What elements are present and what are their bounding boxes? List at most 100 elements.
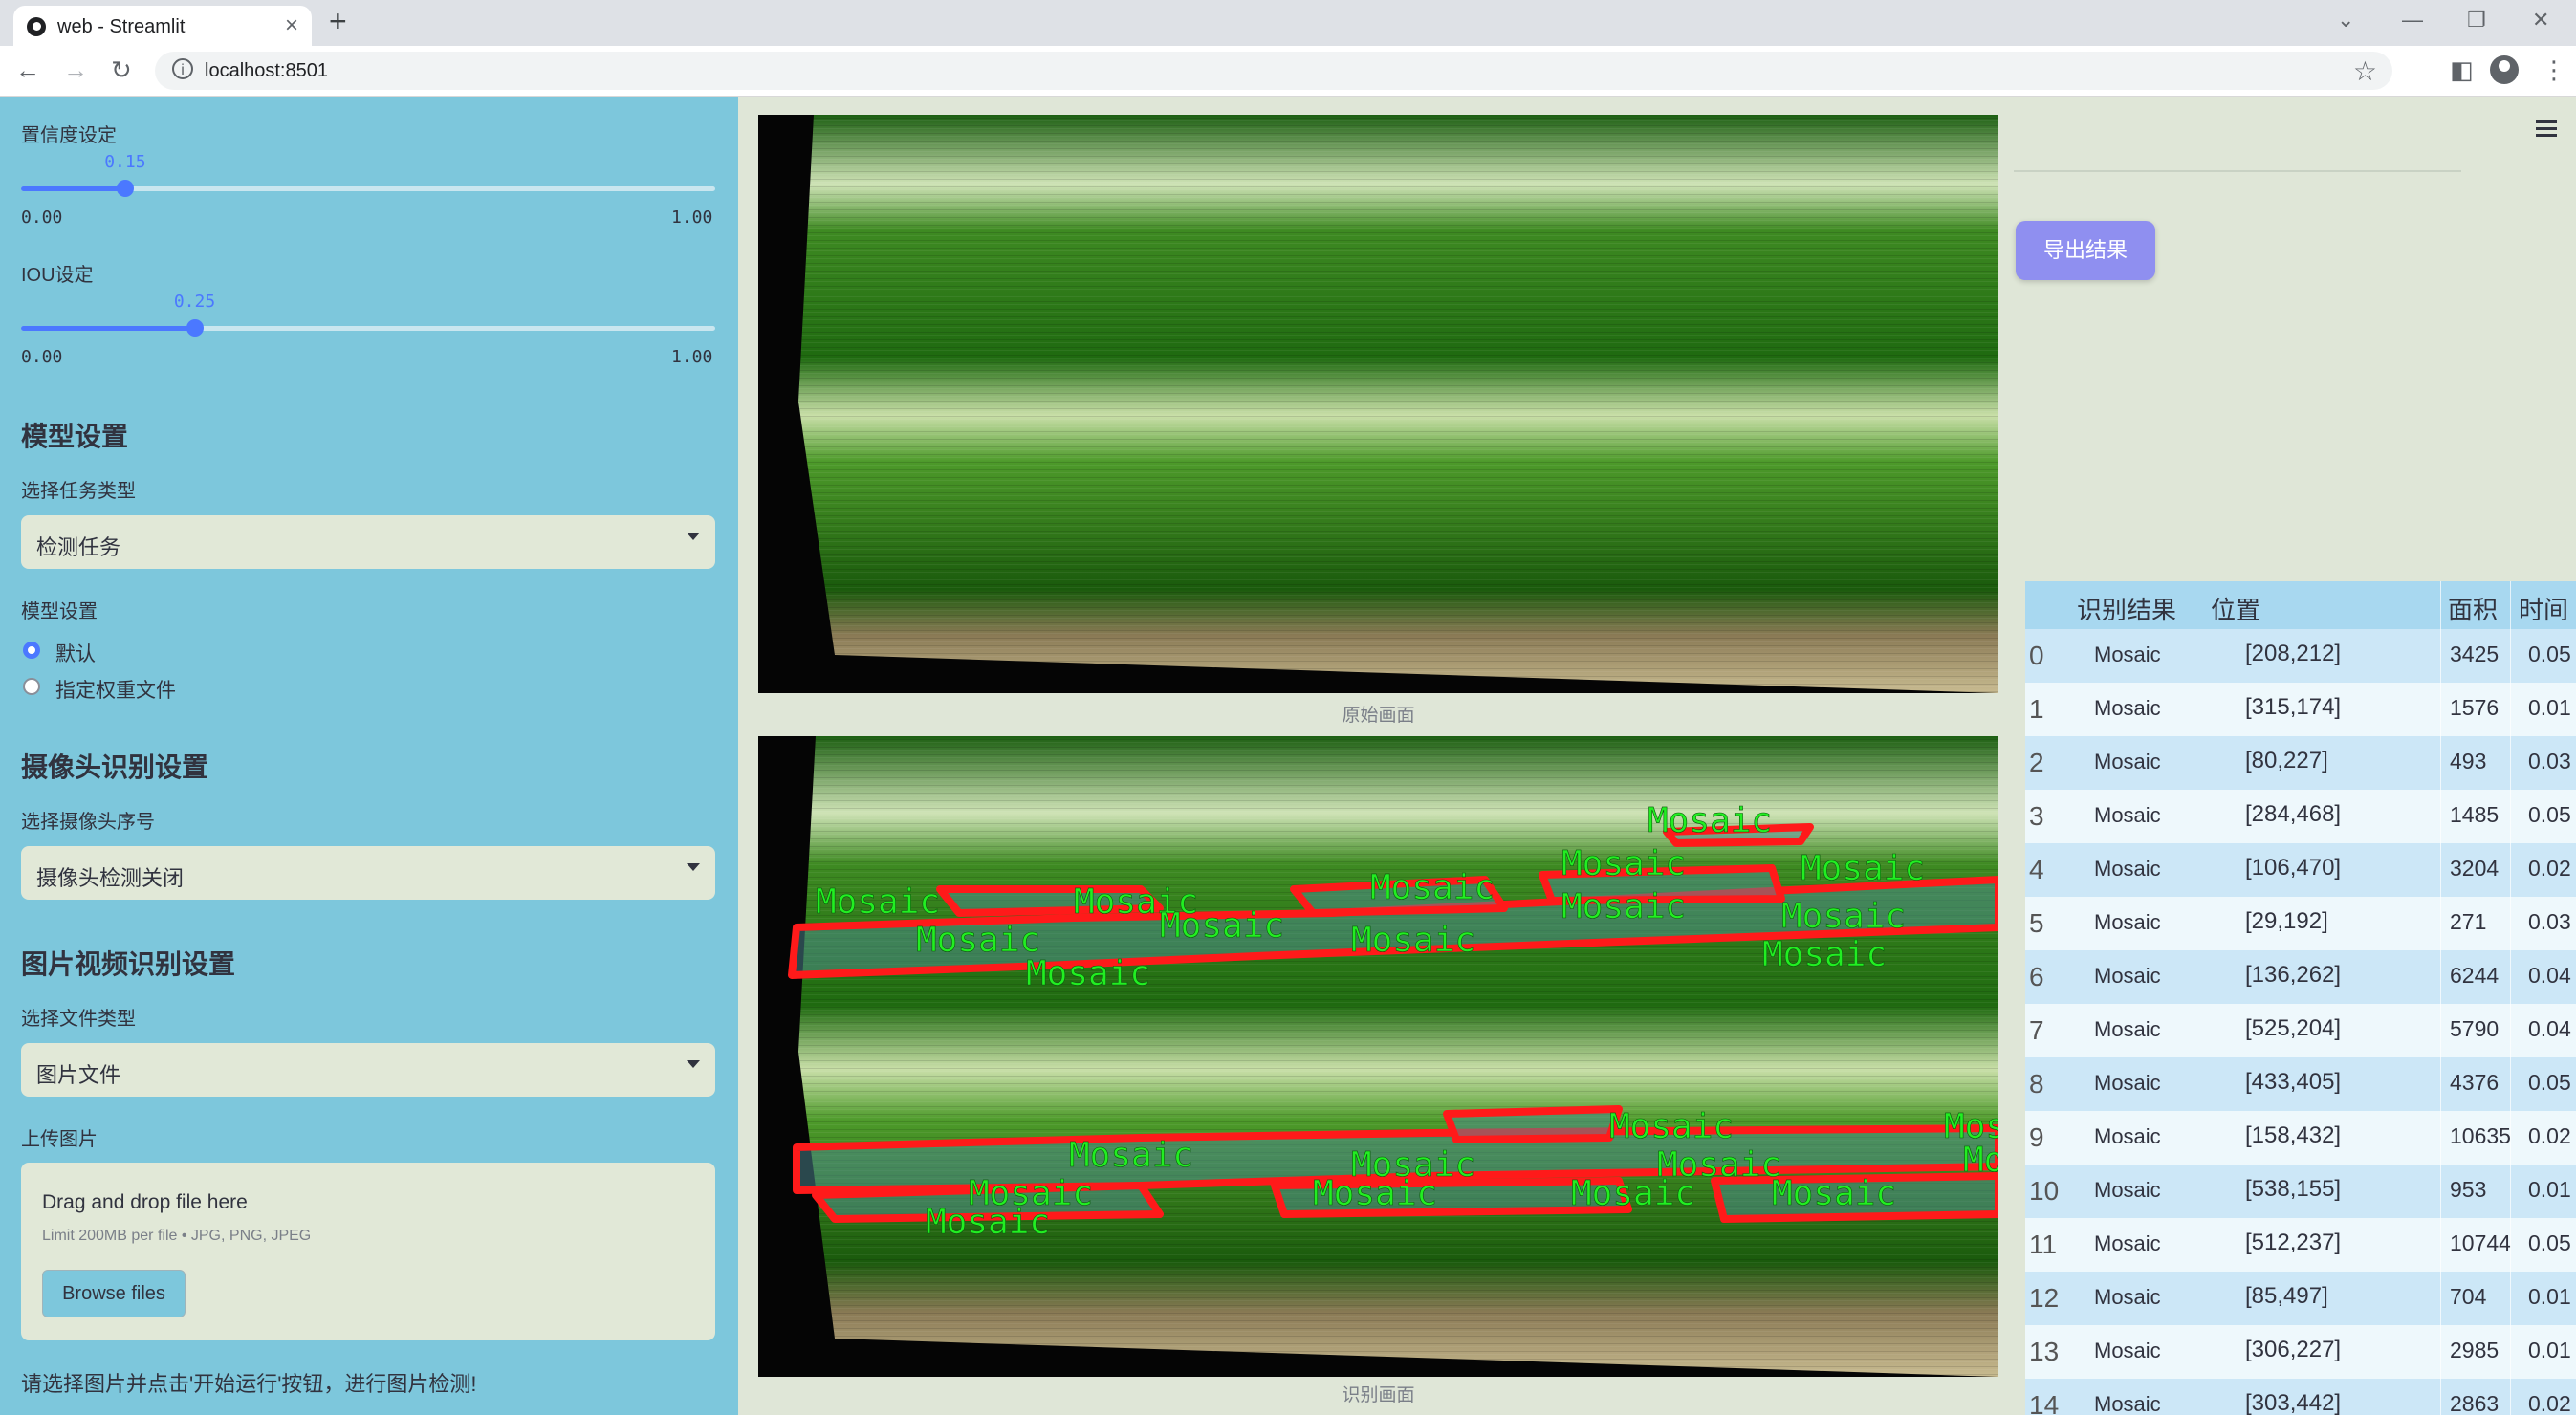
svg-text:Mosaic: Mosaic [816,882,940,922]
row-position: [29,192] [2245,908,2328,934]
row-index: 1 [2029,694,2044,724]
export-results-button[interactable]: 导出结果 [2016,221,2155,280]
browser-tab[interactable]: web - Streamlit × [13,6,312,46]
row-area: 2985 [2450,1338,2500,1362]
row-time: 0.01 [2528,1284,2571,1309]
svg-text:Mosaic: Mosaic [1026,954,1150,993]
restore-icon[interactable]: ❐ [2467,8,2486,33]
col-header-area[interactable]: 面积 [2448,591,2498,626]
new-tab-icon[interactable]: + [329,4,347,39]
radio-unselected-icon[interactable] [23,678,40,695]
row-position: [136,262] [2245,962,2342,988]
task-type-select[interactable]: 检测任务 [21,515,715,569]
svg-text:Mosaic: Mosaic [1801,849,1925,888]
reload-icon[interactable]: ↻ [111,55,132,85]
svg-text:Mosaic: Mosaic [1370,868,1495,907]
col-header-time[interactable]: 时间 [2519,591,2568,626]
row-area: 3204 [2450,856,2500,881]
svg-text:Mosaic: Mosaic [1571,1174,1695,1213]
task-type-label: 选择任务类型 [21,481,136,502]
table-row[interactable]: 13 Mosaic [306,227] 2985 0.01 [2025,1325,2576,1379]
row-area: 5790 [2450,1016,2500,1041]
table-header: 识别结果 位置 面积 时间 [2025,581,2576,629]
row-index: 6 [2029,962,2044,991]
row-position: [525,204] [2245,1015,2342,1041]
row-index: 2 [2029,748,2044,777]
row-time: 0.01 [2528,1338,2571,1362]
side-panel-icon[interactable]: ◧ [2450,55,2474,85]
streamlit-favicon-icon [27,17,46,36]
table-row[interactable]: 0 Mosaic [208,212] 3425 0.05 [2025,629,2576,683]
row-index: 7 [2029,1015,2044,1045]
media-settings-heading: 图片视频识别设置 [21,949,236,979]
table-row[interactable]: 8 Mosaic [433,405] 4376 0.05 [2025,1057,2576,1111]
results-table: 识别结果 位置 面积 时间 0 Mosaic [208,212] 3425 0.05 1 M… [2025,581,2576,1415]
url-text: localhost:8501 [205,60,328,81]
row-time: 0.04 [2528,1016,2571,1041]
table-row[interactable]: 11 Mosaic [512,237] 10744 0.05 [2025,1218,2576,1272]
bookmark-star-icon[interactable]: ☆ [2353,55,2377,87]
row-position: [433,405] [2245,1069,2342,1095]
file-dropzone[interactable]: Drag and drop file here Limit 200MB per … [21,1163,715,1340]
row-result: Mosaic [2094,1071,2161,1095]
confidence-slider-thumb[interactable] [116,180,134,197]
chevron-down-icon [687,863,700,871]
row-time: 0.05 [2528,1230,2571,1255]
column-divider [2510,581,2511,1415]
row-time: 0.01 [2528,695,2571,720]
row-position: [158,432] [2245,1122,2342,1148]
table-row[interactable]: 14 Mosaic [303,442] 2863 0.02 [2025,1379,2576,1415]
iou-slider[interactable] [21,319,715,337]
hamburger-menu-icon[interactable] [2536,120,2557,141]
col-header-position[interactable]: 位置 [2211,591,2260,626]
radio-custom-weights-label: 指定权重文件 [55,680,176,702]
row-position: [303,442] [2245,1390,2342,1415]
result-image: Mosaic Mosaic Mosaic Mosaic Mosaic Mosai… [758,736,1998,1377]
camera-settings-heading: 摄像头识别设置 [21,752,209,782]
camera-index-value: 摄像头检测关闭 [36,866,185,890]
table-row[interactable]: 2 Mosaic [80,227] 493 0.03 [2025,736,2576,790]
table-row[interactable]: 4 Mosaic [106,470] 3204 0.02 [2025,843,2576,897]
table-row[interactable]: 10 Mosaic [538,155] 953 0.01 [2025,1165,2576,1218]
row-area: 10744 [2450,1230,2511,1255]
browser-menu-icon[interactable]: ⋮ [2542,55,2566,85]
file-type-select[interactable]: 图片文件 [21,1043,715,1097]
profile-avatar-icon[interactable] [2490,55,2519,84]
table-row[interactable]: 7 Mosaic [525,204] 5790 0.04 [2025,1004,2576,1057]
site-info-icon[interactable]: i [172,58,193,79]
table-row[interactable]: 1 Mosaic [315,174] 1576 0.01 [2025,683,2576,736]
table-row[interactable]: 9 Mosaic [158,432] 10635 0.02 [2025,1111,2576,1165]
svg-text:Mosaic: Mosaic [1609,1107,1734,1146]
column-divider [2440,581,2441,1415]
row-index: 12 [2029,1283,2060,1313]
close-tab-icon[interactable]: × [285,12,298,39]
svg-text:Mosaic: Mosaic [1772,1174,1896,1213]
camera-index-select[interactable]: 摄像头检测关闭 [21,846,715,900]
browse-files-button[interactable]: Browse files [42,1270,186,1317]
tab-search-icon[interactable]: ⌄ [2337,8,2354,33]
confidence-slider[interactable] [21,180,715,197]
col-header-result[interactable]: 识别结果 [2077,591,2176,626]
radio-selected-icon[interactable] [23,642,40,659]
table-row[interactable]: 6 Mosaic [136,262] 6244 0.04 [2025,950,2576,1004]
table-row[interactable]: 3 Mosaic [284,468] 1485 0.05 [2025,790,2576,843]
back-icon[interactable]: ← [15,55,40,85]
iou-slider-thumb[interactable] [186,319,204,337]
row-index: 4 [2029,855,2044,884]
leaf-image [758,115,1998,693]
original-caption: 原始画面 [1342,706,1415,726]
table-row[interactable]: 5 Mosaic [29,192] 271 0.03 [2025,897,2576,950]
table-row[interactable]: 12 Mosaic [85,497] 704 0.01 [2025,1272,2576,1325]
row-area: 10635 [2450,1123,2511,1148]
row-position: [106,470] [2245,855,2342,881]
forward-icon[interactable]: → [63,55,88,85]
url-field[interactable]: i localhost:8501 ☆ [155,52,2392,90]
iou-max: 1.00 [671,347,713,367]
close-window-icon[interactable]: ✕ [2532,8,2549,33]
iou-slider-fill [21,326,195,331]
row-area: 4376 [2450,1070,2500,1095]
minimize-icon[interactable]: — [2402,8,2423,33]
confidence-min: 0.00 [21,207,63,228]
row-position: [512,237] [2245,1230,2342,1255]
iou-min: 0.00 [21,347,63,367]
